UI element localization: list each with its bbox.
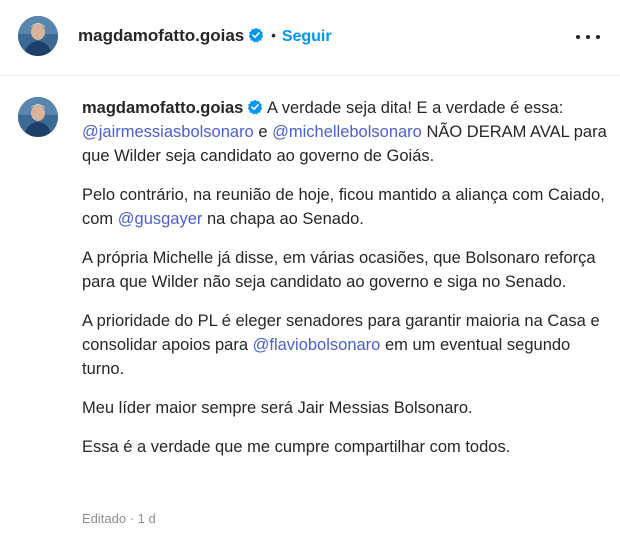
caption-avatar[interactable]: [18, 97, 58, 137]
more-options-icon[interactable]: [576, 30, 600, 44]
caption-paragraph-4: A prioridade do PL é eleger senadores pa…: [82, 309, 607, 381]
caption-paragraph-3: A própria Michelle já disse, em várias o…: [82, 249, 596, 291]
caption-paragraph-2: Pelo contrário, na reunião de hoje, fico…: [82, 183, 607, 231]
separator-dot: •: [271, 28, 276, 43]
mention-link[interactable]: @flaviobolsonaro: [253, 336, 381, 354]
caption-text-segment: e: [253, 123, 273, 141]
verified-badge-icon: [249, 27, 264, 43]
mention-link[interactable]: @jairmessiasbolsonaro: [82, 123, 254, 141]
caption-text-segment: A verdade seja dita! E a verdade é essa:: [267, 99, 564, 117]
post-meta-edited-time: Editado · 1 d: [82, 511, 156, 526]
verified-badge-icon: [248, 99, 263, 115]
post-header: magdamofatto.goias • Seguir: [0, 0, 620, 76]
follow-button[interactable]: Seguir: [282, 28, 332, 45]
avatar-image: [18, 16, 58, 56]
avatar-image: [18, 97, 58, 137]
header-avatar[interactable]: [18, 16, 58, 56]
caption-author[interactable]: magdamofatto.goias: [82, 99, 243, 117]
header-username-row: magdamofatto.goias • Seguir: [78, 26, 332, 46]
mention-link[interactable]: @gusgayer: [118, 210, 203, 228]
caption-paragraph-6: Essa é a verdade que me cumpre compartil…: [82, 438, 511, 456]
mention-link[interactable]: @michellebolsonaro: [272, 123, 422, 141]
header-username[interactable]: magdamofatto.goias: [78, 26, 244, 45]
caption-text: magdamofatto.goias A verdade seja dita! …: [82, 96, 607, 474]
caption-text-segment: na chapa ao Senado.: [202, 210, 364, 228]
caption-paragraph-1: magdamofatto.goias A verdade seja dita! …: [82, 96, 607, 168]
caption-paragraph-5: Meu líder maior sempre será Jair Messias…: [82, 399, 473, 417]
